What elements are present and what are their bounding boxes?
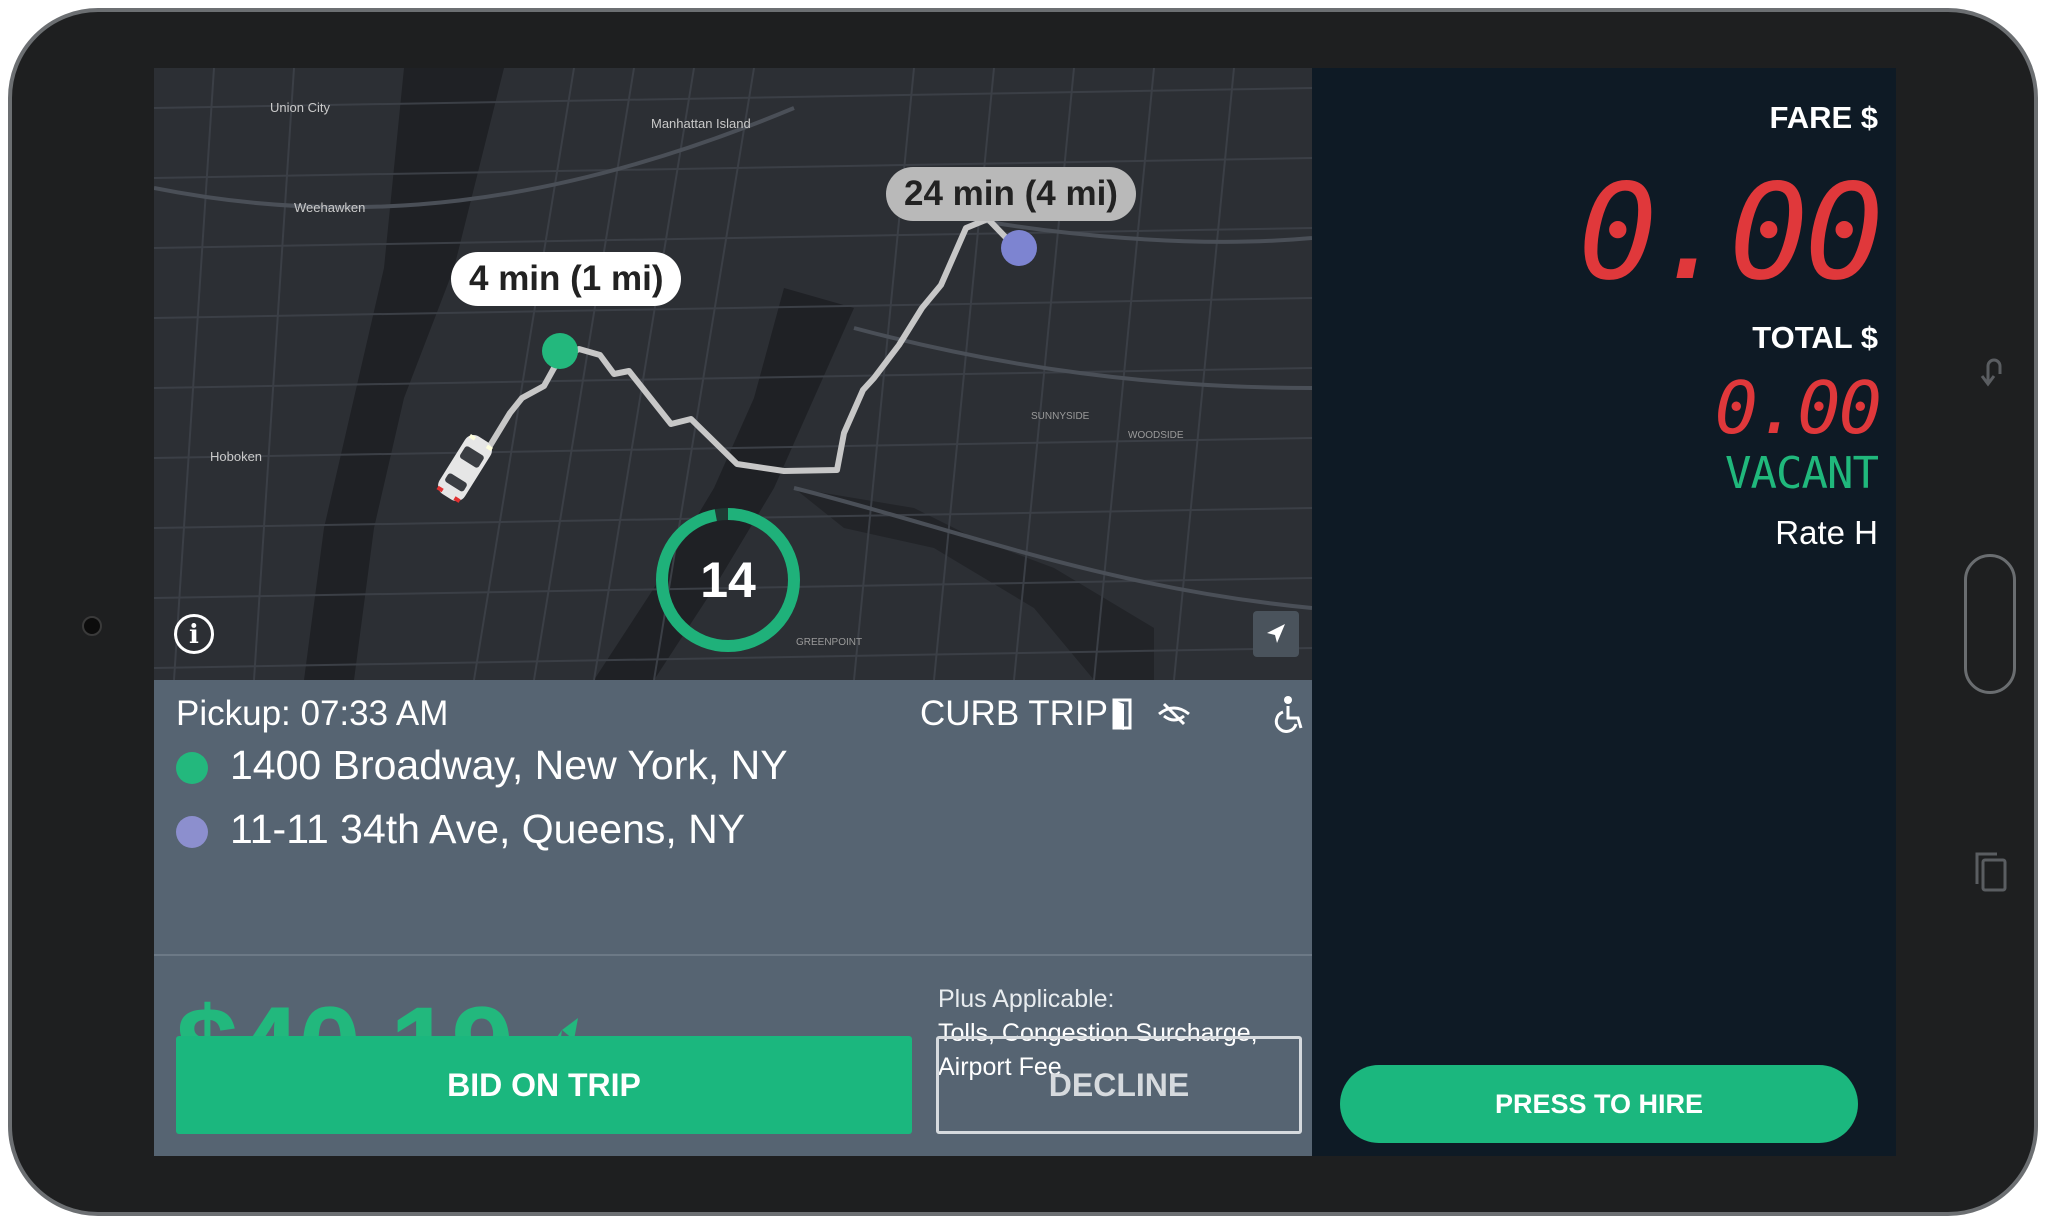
wheelchair-icon	[1268, 694, 1308, 734]
trip-type: CURB TRIP	[920, 694, 1108, 733]
pickup-address: 1400 Broadway, New York, NY	[230, 742, 788, 788]
dropoff-dot	[176, 816, 208, 848]
fare-value: 0.00	[1578, 156, 1884, 310]
home-button[interactable]	[1964, 554, 2016, 694]
door-icon	[1102, 694, 1142, 734]
taxi-meter: FARE $ 0.00 TOTAL $ 0.00 VACANT Rate H P…	[1312, 68, 1896, 1156]
camera	[82, 616, 102, 636]
screen: Union City Manhattan Island Weehawken Ho…	[154, 68, 1896, 1156]
trip-map[interactable]: Union City Manhattan Island Weehawken Ho…	[154, 68, 1312, 680]
total-value: 0.00	[1714, 366, 1882, 450]
bid-on-trip-button[interactable]: BID ON TRIP	[176, 1036, 912, 1134]
decline-button[interactable]: DECLINE	[936, 1036, 1302, 1134]
dropoff-address: 11-11 34th Ave, Queens, NY	[230, 806, 746, 852]
back-icon[interactable]	[1974, 352, 2014, 392]
pickup-dot	[176, 752, 208, 784]
dropoff-marker	[1001, 230, 1037, 266]
no-see-icon	[1154, 694, 1194, 734]
meter-status: VACANT	[1725, 448, 1879, 499]
rate-code: Rate H	[1775, 514, 1878, 551]
recent-apps-icon[interactable]	[1974, 850, 2008, 894]
trip-offer-panel: Pickup: 07:33 AM CURB TRIP 1400 Broadway…	[154, 680, 1312, 1156]
press-to-hire-button[interactable]: PRESS TO HIRE	[1340, 1065, 1858, 1143]
pickup-time: Pickup: 07:33 AM	[176, 694, 449, 733]
info-icon[interactable]: i	[174, 614, 214, 654]
fare-label: FARE $	[1769, 100, 1878, 135]
countdown-value: 14	[700, 552, 756, 608]
car-marker	[436, 433, 493, 503]
total-label: TOTAL $	[1752, 320, 1878, 355]
locate-icon[interactable]	[1253, 611, 1299, 657]
pickup-marker	[542, 333, 578, 369]
plus-title: Plus Applicable:	[938, 985, 1115, 1013]
divider	[154, 954, 1312, 956]
